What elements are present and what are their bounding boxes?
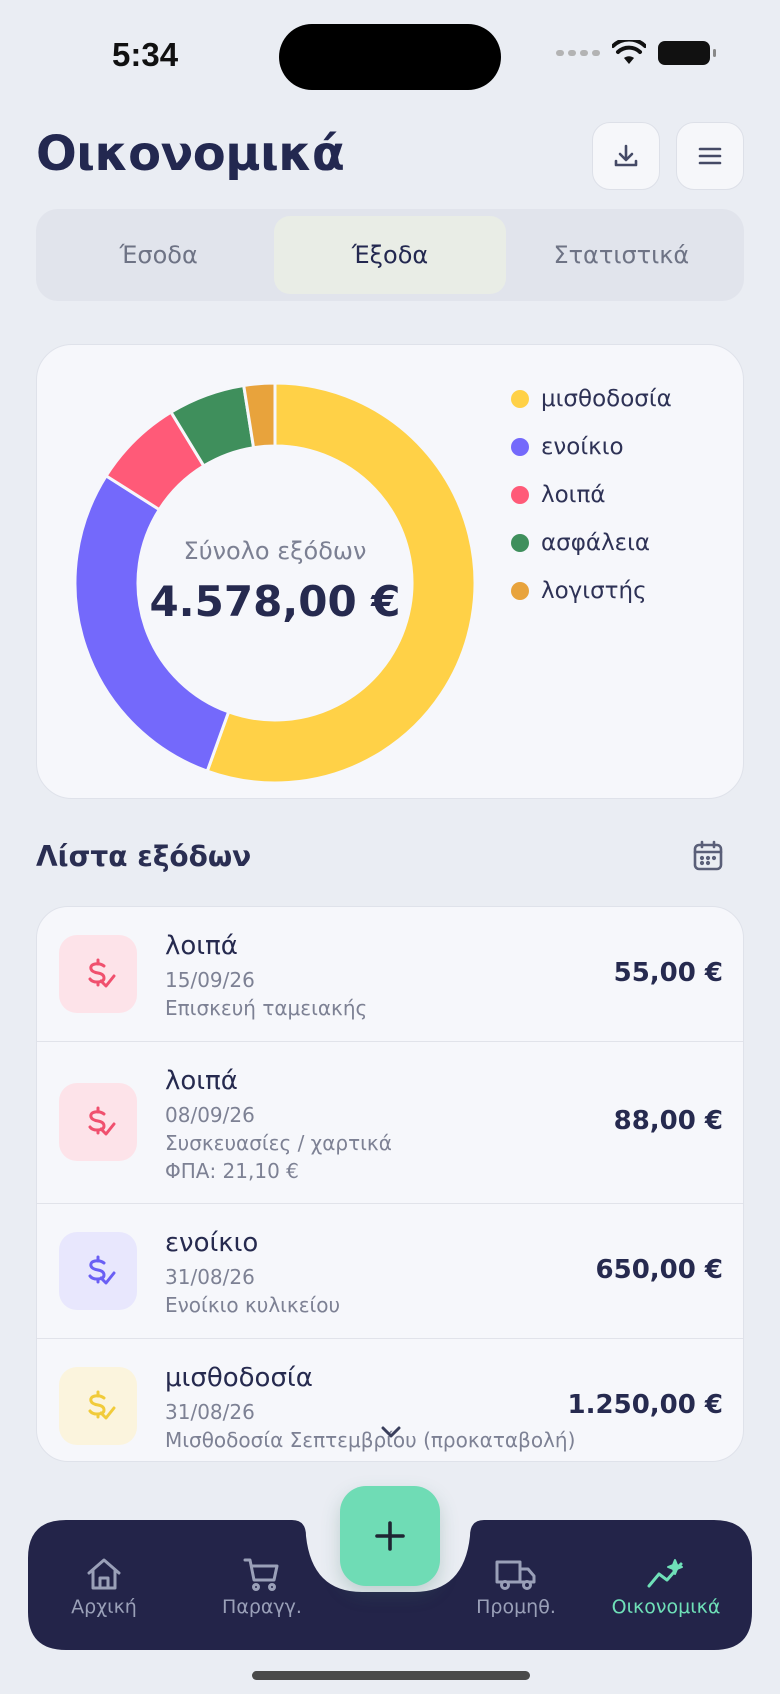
expense-amount: 650,00 € <box>595 1255 723 1285</box>
expense-category: μισθοδοσία <box>165 1363 313 1393</box>
expense-date: 31/08/26 <box>165 1265 255 1289</box>
truck-icon <box>495 1560 536 1590</box>
legend-dot <box>511 486 529 504</box>
menu-button[interactable] <box>676 122 744 190</box>
legend-label: ασφάλεια <box>541 530 651 556</box>
legend-dot <box>511 390 529 408</box>
expense-row[interactable]: ενοίκιο 31/08/26 Ενοίκιο κυλικείου 650,0… <box>37 1204 743 1339</box>
nav-item-suppliers[interactable]: Προμηθ. <box>446 1556 586 1618</box>
expenses-chart-card: Σύνολο εξόδων 4.578,00 € μισθοδοσία ενοί… <box>36 344 744 799</box>
menu-icon <box>698 147 722 165</box>
legend-dot <box>511 438 529 456</box>
add-expense-button[interactable] <box>340 1486 440 1586</box>
trend-icon <box>647 1559 683 1588</box>
expense-description: Συσκευασίες / χαρτικά <box>165 1131 392 1155</box>
expense-description: Επισκευή ταμειακής <box>165 996 368 1020</box>
legend-dot <box>511 534 529 552</box>
expense-icon-bg <box>59 1083 137 1161</box>
expense-icon-bg <box>59 935 137 1013</box>
expense-amount: 88,00 € <box>613 1106 723 1136</box>
total-amount: 4.578,00 € <box>149 577 401 626</box>
nav-item-orders[interactable]: Παραγγ. <box>192 1556 332 1618</box>
dollar-check-icon <box>88 1390 116 1420</box>
expense-amount: 1.250,00 € <box>567 1390 723 1420</box>
total-label: Σύνολο εξόδων <box>183 537 367 565</box>
expense-category: ενοίκιο <box>165 1228 259 1258</box>
nav-label: Οικονομικά <box>611 1596 721 1618</box>
expense-row[interactable]: λοιπά 08/09/26 Συσκευασίες / χαρτικά ΦΠΑ… <box>37 1042 743 1204</box>
expense-row[interactable]: λοιπά 15/09/26 Επισκευή ταμειακής 55,00 … <box>37 907 743 1042</box>
legend-label: ενοίκιο <box>541 434 624 460</box>
dollar-check-icon <box>88 1106 116 1136</box>
download-button[interactable] <box>592 122 660 190</box>
expenses-list: λοιπά 15/09/26 Επισκευή ταμειακής 55,00 … <box>36 906 744 1462</box>
expense-icon-bg <box>59 1232 137 1310</box>
calendar-icon <box>693 840 723 871</box>
expenses-list-title: Λίστα εξόδων <box>36 840 252 873</box>
nav-item-home[interactable]: Αρχική <box>34 1556 174 1618</box>
expense-category: λοιπά <box>165 931 238 961</box>
legend-label: μισθοδοσία <box>541 386 672 412</box>
legend-label: λοιπά <box>541 482 606 508</box>
expense-category: λοιπά <box>165 1066 238 1096</box>
expense-description: Μισθοδοσία Σεπτεμβρίου (προκαταβολή) <box>165 1428 576 1452</box>
expense-amount: 55,00 € <box>613 958 723 988</box>
page-title: Οικονομικά <box>36 126 345 182</box>
legend-item: μισθοδοσία <box>511 375 672 423</box>
dollar-check-icon <box>88 1255 116 1285</box>
home-icon <box>87 1558 121 1590</box>
dynamic-island <box>279 24 501 90</box>
expense-date: 08/09/26 <box>165 1103 255 1127</box>
expense-date: 15/09/26 <box>165 968 255 992</box>
legend-item: λοιπά <box>511 471 672 519</box>
calendar-button[interactable] <box>690 838 726 874</box>
chart-legend: μισθοδοσία ενοίκιο λοιπά ασφάλεια λογιστ… <box>511 375 672 615</box>
tab-income[interactable]: Έσοδα <box>43 216 274 294</box>
home-indicator <box>252 1671 530 1680</box>
battery-icon <box>658 41 716 65</box>
status-icons <box>556 40 716 66</box>
tab-statistics[interactable]: Στατιστικά <box>506 216 737 294</box>
legend-item: ασφάλεια <box>511 519 672 567</box>
legend-dot <box>511 582 529 600</box>
chevron-down-icon[interactable] <box>380 1424 402 1440</box>
download-icon <box>614 144 638 167</box>
dollar-check-icon <box>88 958 116 988</box>
tab-expenses[interactable]: Έξοδα <box>274 216 506 294</box>
wifi-icon <box>612 40 646 64</box>
status-time: 5:34 <box>112 36 179 73</box>
nav-label: Προμηθ. <box>476 1596 556 1618</box>
expense-icon-bg <box>59 1367 137 1445</box>
expense-description: Ενοίκιο κυλικείου <box>165 1293 341 1317</box>
status-bar: 5:34 <box>0 0 780 110</box>
expense-date: 31/08/26 <box>165 1400 255 1424</box>
expense-vat: ΦΠΑ: 21,10 € <box>165 1159 299 1183</box>
segmented-tabs: Έσοδα Έξοδα Στατιστικά <box>36 209 744 301</box>
signal-icon <box>556 50 600 56</box>
nav-item-finance[interactable]: Οικονομικά <box>596 1556 736 1618</box>
legend-item: ενοίκιο <box>511 423 672 471</box>
legend-item: λογιστής <box>511 567 672 615</box>
cart-icon <box>243 1558 279 1591</box>
nav-label: Παραγγ. <box>222 1596 302 1618</box>
plus-icon <box>375 1521 405 1551</box>
nav-label: Αρχική <box>71 1596 137 1618</box>
legend-label: λογιστής <box>541 578 647 604</box>
expense-row[interactable]: μισθοδοσία 31/08/26 Μισθοδοσία Σεπτεμβρί… <box>37 1339 743 1461</box>
